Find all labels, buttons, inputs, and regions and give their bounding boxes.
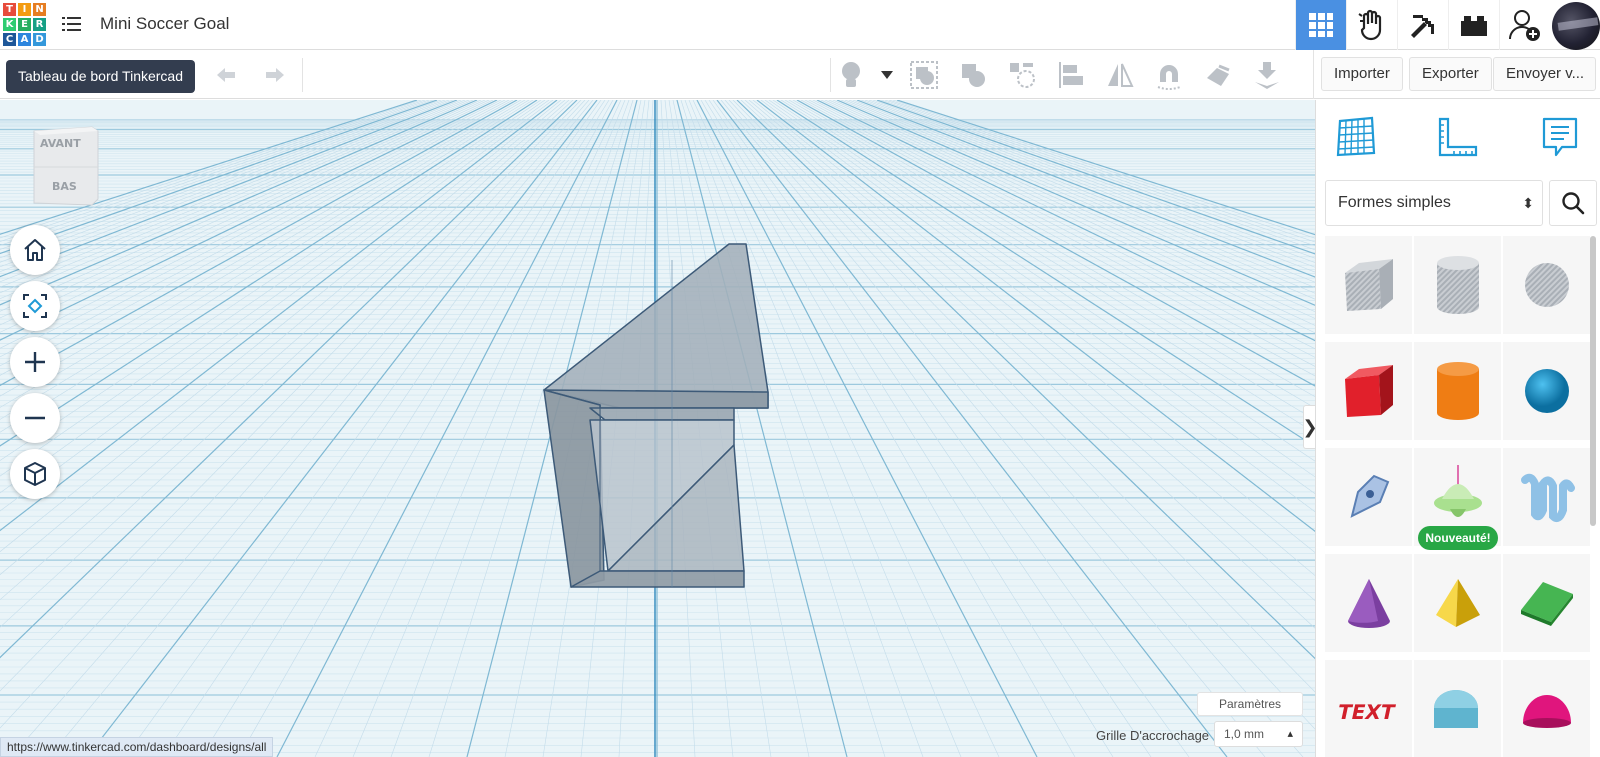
shape-cylinder[interactable] [1414,342,1501,440]
drop-to-workplane-icon[interactable] [1242,56,1291,94]
hide-icon[interactable] [1193,56,1242,94]
new-badge: Nouveauté! [1418,526,1498,550]
workplane-canvas[interactable]: AVANT BAS ❯ Paramètres Grille D'accrocha… [0,100,1315,757]
shape-scribble[interactable] [1325,448,1412,546]
toolbar-divider [1313,50,1314,99]
grid-view-icon[interactable] [1295,0,1346,50]
import-button[interactable]: Importer [1321,57,1403,91]
logo-letter: T [2,2,17,17]
status-url: https://www.tinkercad.com/dashboard/desi… [0,737,274,757]
viewcube-bottom-label[interactable]: BAS [52,180,77,193]
logo-letter: I [17,2,32,17]
shape-category-select[interactable]: Formes simples [1325,180,1543,226]
panel-tabs [1316,112,1600,162]
snap-grid-label: Grille D'accrochage [1096,728,1210,743]
shape-text[interactable]: TEXT [1325,660,1412,757]
align-icon[interactable] [1046,56,1095,94]
shape-box[interactable] [1325,342,1412,440]
snap-grid-select[interactable]: 1,0 mm [1214,721,1303,747]
edit-toolbar: Tableau de bord Tinkercad Importer Expor… [0,50,1600,99]
dashboard-tooltip: Tableau de bord Tinkercad [6,60,195,93]
shape-tools [826,56,1291,94]
shape-sphere-hole[interactable] [1503,236,1590,334]
collapse-panel-button[interactable]: ❯ [1302,405,1315,449]
export-button[interactable]: Exporter [1409,57,1492,91]
dropdown-icon[interactable] [875,56,899,94]
shape-half-sphere[interactable] [1503,660,1590,757]
logo-letter: R [32,17,47,32]
header-icons [1295,0,1600,50]
settings-button[interactable]: Paramètres [1197,692,1303,716]
shape-half-cylinder[interactable] [1414,660,1501,757]
panel-scrollbar[interactable] [1590,236,1596,526]
user-avatar[interactable] [1550,0,1600,50]
shape-cylinder-hole[interactable] [1414,236,1501,334]
send-to-button[interactable]: Envoyer v... [1493,57,1596,91]
home-view-icon[interactable] [10,225,60,275]
svg-text:TEXT: TEXT [1339,700,1397,724]
notes-icon[interactable] [1535,112,1585,162]
cruise-icon[interactable] [997,56,1046,94]
undo-icon[interactable] [213,62,239,88]
top-header: TINKERCAD Mini Soccer Goal [0,0,1600,50]
workplane-magnet-icon[interactable] [1144,56,1193,94]
workplane-grid-icon[interactable] [1331,112,1381,162]
logo-letter: K [2,17,17,32]
shape-pyramid[interactable] [1414,554,1501,652]
fit-view-icon[interactable] [10,281,60,331]
zoom-in-icon[interactable] [10,337,60,387]
shape-sphere[interactable] [1503,342,1590,440]
search-icon[interactable] [1549,180,1597,226]
brick-lego-icon[interactable] [1448,0,1499,50]
avatar-image [1551,1,1600,50]
zoom-out-icon[interactable] [10,393,60,443]
tinkercad-logo[interactable]: TINKERCAD [2,2,47,47]
viewcube-front-label[interactable]: AVANT [40,137,81,150]
group-icon[interactable] [899,56,948,94]
logo-letter: E [17,17,32,32]
view-cube[interactable]: AVANT BAS [30,125,100,206]
shapes-panel: Formes simples Nouveauté! TEXT [1315,100,1600,757]
ortho-view-icon[interactable] [10,449,60,499]
logo-letter: C [2,32,17,47]
logo-letter: A [17,32,32,47]
ruler-icon[interactable] [1433,112,1483,162]
soccer-goal-shape[interactable] [0,100,1315,757]
add-user-icon[interactable] [1499,0,1550,50]
mirror-icon[interactable] [1095,56,1144,94]
shape-box-hole[interactable] [1325,236,1412,334]
shape-cone[interactable] [1325,554,1412,652]
shape-spinning-top[interactable]: Nouveauté! [1414,448,1501,550]
redo-icon[interactable] [262,62,288,88]
light-bulb-icon[interactable] [826,56,875,94]
pickaxe-minecraft-icon[interactable] [1397,0,1448,50]
design-menu-icon[interactable] [62,14,84,34]
ungroup-icon[interactable] [948,56,997,94]
shape-text-waves[interactable] [1503,448,1590,546]
toolbar-divider [302,58,303,92]
shape-roof[interactable] [1503,554,1590,652]
design-title[interactable]: Mini Soccer Goal [100,14,229,34]
logo-letter: N [32,2,47,17]
gallery-hand-icon[interactable] [1346,0,1397,50]
logo-letter: D [32,32,47,47]
